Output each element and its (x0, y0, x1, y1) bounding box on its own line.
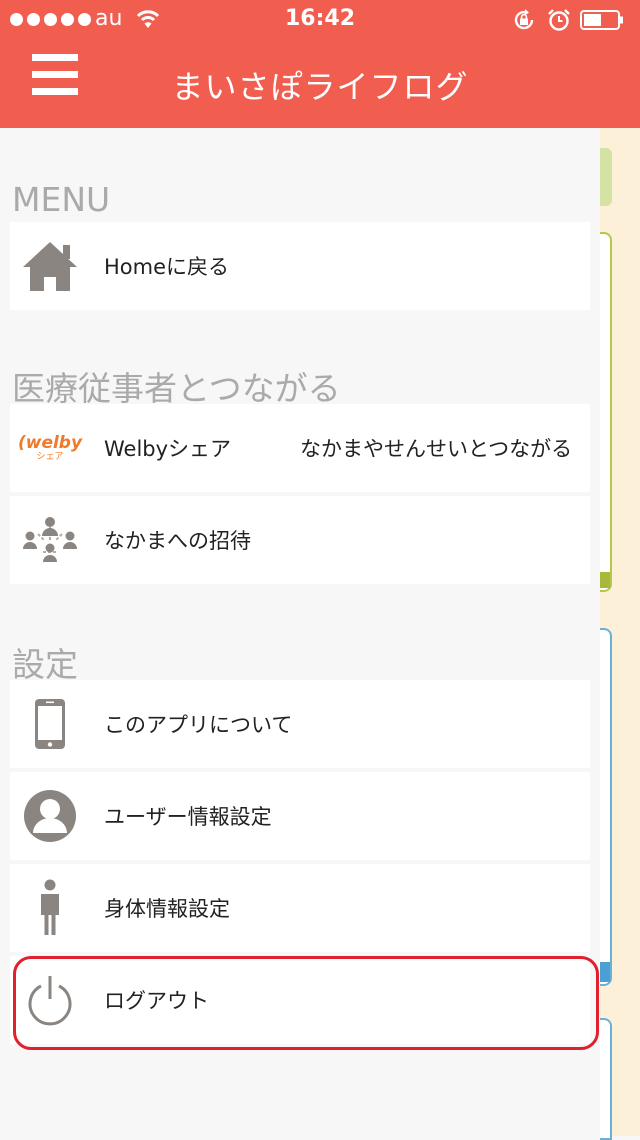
group-icon (10, 496, 90, 584)
content-card-peek (600, 628, 612, 986)
menu-item-label: ユーザー情報設定 (104, 805, 272, 829)
menu-item-invite[interactable]: なかまへの招待 (10, 496, 590, 584)
menu-item-logout[interactable]: ログアウト (10, 956, 590, 1044)
clock: 16:42 (284, 6, 356, 31)
menu-item-body-settings[interactable]: 身体情報設定 (10, 864, 590, 952)
section-title-settings: 設定 (12, 645, 78, 684)
status-bar: au 16:42 (0, 0, 640, 40)
menu-item-description: なかまやせんせいとつながる (300, 437, 573, 461)
menu-item-label: このアプリについて (104, 713, 293, 737)
menu-item-label: なかまへの招待 (104, 529, 251, 553)
alarm-icon (548, 9, 570, 31)
app-title: まいさぽライフログ (171, 68, 469, 106)
content-card-peek (600, 1018, 612, 1140)
battery-icon (580, 10, 623, 30)
rotation-lock-icon (514, 9, 534, 30)
menu-item-welby-share[interactable]: (welby シェア Welbyシェア なかまやせんせいとつながる (10, 404, 590, 492)
section-title-medical: 医療従事者とつながる (12, 369, 341, 408)
section-title-menu: MENU (12, 180, 111, 219)
power-icon (10, 956, 90, 1044)
menu-item-label: ログアウト (104, 989, 209, 1013)
home-icon (10, 222, 90, 310)
app-header: au 16:42 まいさぽライフログ (0, 0, 640, 128)
phone-icon (10, 680, 90, 768)
content-card-peek (600, 232, 612, 592)
content-card-peek (600, 572, 610, 588)
menu-item-label: Welbyシェア (104, 437, 232, 461)
content-card-peek (600, 148, 612, 206)
menu-item-label: Homeに戻る (104, 255, 230, 279)
body-icon (10, 864, 90, 952)
menu-item-user-settings[interactable]: ユーザー情報設定 (10, 772, 590, 860)
menu-item-about[interactable]: このアプリについて (10, 680, 590, 768)
content-card-peek (600, 962, 610, 982)
menu-item-home[interactable]: Homeに戻る (10, 222, 590, 310)
menu-item-label: 身体情報設定 (104, 897, 230, 921)
welby-logo: (welby シェア (17, 432, 83, 462)
user-icon (10, 772, 90, 860)
